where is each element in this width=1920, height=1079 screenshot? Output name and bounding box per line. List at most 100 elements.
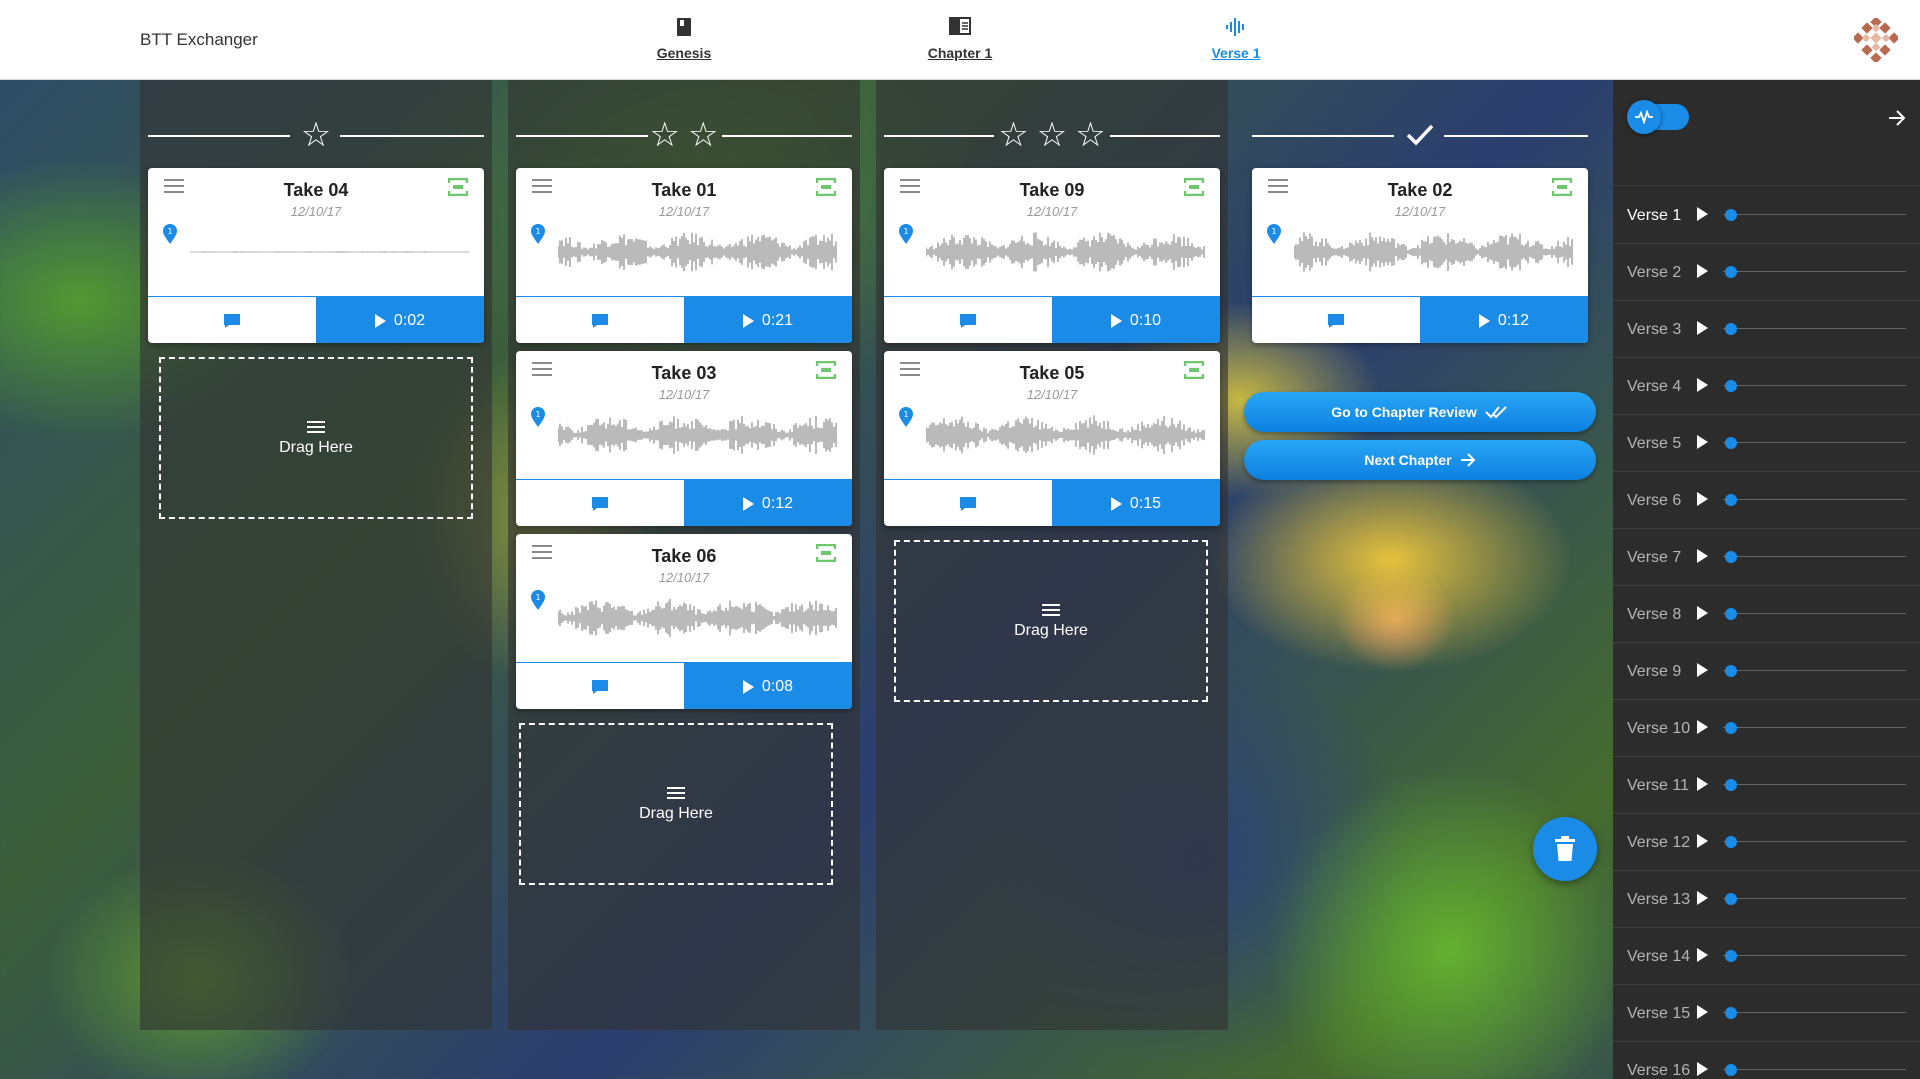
record-icon[interactable] (447, 177, 469, 197)
audio-waveform[interactable] (1293, 228, 1574, 276)
verse-item[interactable]: Verse 10 (1613, 700, 1920, 757)
play-icon[interactable] (1697, 264, 1708, 278)
verse-item[interactable]: Verse 1 (1613, 187, 1920, 244)
take-card[interactable]: Take 03 12/10/17 1 0:12 (516, 351, 852, 526)
take-card[interactable]: Take 05 12/10/17 1 0:15 (884, 351, 1220, 526)
play-button[interactable]: 0:10 (1052, 297, 1220, 343)
verse-progress-track[interactable] (1723, 385, 1906, 386)
breadcrumb-book[interactable]: Genesis (624, 17, 744, 61)
comment-button[interactable] (1252, 297, 1420, 343)
marker-pin-icon[interactable]: 1 (162, 223, 178, 245)
verse-item[interactable]: Verse 14 (1613, 928, 1920, 985)
play-button[interactable]: 0:12 (684, 480, 852, 526)
verse-progress-track[interactable] (1723, 784, 1906, 785)
next-chapter-button[interactable]: Next Chapter (1244, 440, 1596, 480)
verse-item[interactable]: Verse 6 (1613, 472, 1920, 529)
verse-progress-track[interactable] (1723, 613, 1906, 614)
marker-pin-icon[interactable]: 1 (530, 223, 546, 245)
marker-pin-icon[interactable]: 1 (898, 223, 914, 245)
play-icon[interactable] (1697, 492, 1708, 506)
record-icon[interactable] (815, 360, 837, 380)
verse-item[interactable]: Verse 15 (1613, 985, 1920, 1042)
play-icon[interactable] (1697, 720, 1708, 734)
verse-progress-thumb[interactable] (1725, 494, 1737, 506)
verse-progress-track[interactable] (1723, 499, 1906, 500)
play-icon[interactable] (1697, 321, 1708, 335)
verse-progress-track[interactable] (1723, 556, 1906, 557)
play-icon[interactable] (1697, 1005, 1708, 1019)
verse-progress-track[interactable] (1723, 1012, 1906, 1013)
verse-item[interactable]: Verse 9 (1613, 643, 1920, 700)
play-icon[interactable] (1697, 435, 1708, 449)
verse-progress-thumb[interactable] (1725, 1007, 1737, 1019)
comment-button[interactable] (516, 297, 684, 343)
verse-progress-thumb[interactable] (1725, 893, 1737, 905)
verse-item[interactable]: Verse 3 (1613, 301, 1920, 358)
play-button[interactable]: 0:21 (684, 297, 852, 343)
verse-progress-track[interactable] (1723, 841, 1906, 842)
comment-button[interactable] (516, 480, 684, 526)
record-icon[interactable] (815, 177, 837, 197)
record-icon[interactable] (1183, 177, 1205, 197)
verse-item[interactable]: Verse 12 (1613, 814, 1920, 871)
verse-item[interactable]: Verse 2 (1613, 244, 1920, 301)
audio-waveform[interactable] (925, 411, 1206, 459)
verse-progress-track[interactable] (1723, 1069, 1906, 1070)
play-icon[interactable] (1697, 378, 1708, 392)
verse-progress-thumb[interactable] (1725, 836, 1737, 848)
verse-progress-thumb[interactable] (1725, 950, 1737, 962)
verse-item[interactable]: Verse 11 (1613, 757, 1920, 814)
audio-waveform[interactable] (557, 228, 838, 276)
verse-item[interactable]: Verse 4 (1613, 358, 1920, 415)
verse-progress-thumb[interactable] (1725, 722, 1737, 734)
verse-progress-thumb[interactable] (1725, 209, 1737, 221)
take-card[interactable]: Take 06 12/10/17 1 0:08 (516, 534, 852, 709)
play-icon[interactable] (1697, 207, 1708, 221)
verse-progress-thumb[interactable] (1725, 437, 1737, 449)
verse-progress-track[interactable] (1723, 955, 1906, 956)
audio-waveform[interactable] (189, 228, 470, 276)
play-icon[interactable] (1697, 948, 1708, 962)
verse-progress-thumb[interactable] (1725, 608, 1737, 620)
comment-button[interactable] (148, 297, 316, 343)
delete-take-button[interactable] (1533, 817, 1597, 881)
verse-progress-track[interactable] (1723, 271, 1906, 272)
verse-progress-track[interactable] (1723, 442, 1906, 443)
marker-pin-icon[interactable]: 1 (1266, 223, 1282, 245)
record-icon[interactable] (1551, 177, 1573, 197)
playback-mode-toggle[interactable] (1627, 100, 1689, 134)
marker-pin-icon[interactable]: 1 (530, 589, 546, 611)
drop-zone-one-star[interactable]: Drag Here (159, 357, 473, 519)
audio-waveform[interactable] (557, 594, 838, 642)
drop-zone-three-stars[interactable]: Drag Here (894, 540, 1208, 702)
breadcrumb-chapter[interactable]: Chapter 1 (900, 17, 1020, 61)
verse-progress-thumb[interactable] (1725, 665, 1737, 677)
verse-progress-thumb[interactable] (1725, 323, 1737, 335)
take-card[interactable]: Take 09 12/10/17 1 0:10 (884, 168, 1220, 343)
take-card[interactable]: Take 04 12/10/17 1 0:02 (148, 168, 484, 343)
play-icon[interactable] (1697, 663, 1708, 677)
play-icon[interactable] (1697, 891, 1708, 905)
verse-progress-track[interactable] (1723, 670, 1906, 671)
comment-button[interactable] (516, 663, 684, 709)
audio-waveform[interactable] (557, 411, 838, 459)
audio-waveform[interactable] (925, 228, 1206, 276)
verse-progress-thumb[interactable] (1725, 551, 1737, 563)
comment-button[interactable] (884, 480, 1052, 526)
drop-zone-two-stars[interactable]: Drag Here (519, 723, 833, 885)
verse-item[interactable]: Verse 8 (1613, 586, 1920, 643)
verse-item[interactable]: Verse 13 (1613, 871, 1920, 928)
verse-progress-thumb[interactable] (1725, 779, 1737, 791)
verse-progress-track[interactable] (1723, 214, 1906, 215)
play-button[interactable]: 0:08 (684, 663, 852, 709)
take-card[interactable]: Take 02 12/10/17 1 0:12 (1252, 168, 1588, 343)
play-icon[interactable] (1697, 1062, 1708, 1076)
play-button[interactable]: 0:12 (1420, 297, 1588, 343)
take-card[interactable]: Take 01 12/10/17 1 0:21 (516, 168, 852, 343)
record-icon[interactable] (1183, 360, 1205, 380)
verse-progress-thumb[interactable] (1725, 1064, 1737, 1076)
breadcrumb-verse[interactable]: Verse 1 (1176, 17, 1296, 61)
verse-progress-track[interactable] (1723, 328, 1906, 329)
marker-pin-icon[interactable]: 1 (898, 406, 914, 428)
chapter-review-button[interactable]: Go to Chapter Review (1244, 392, 1596, 432)
